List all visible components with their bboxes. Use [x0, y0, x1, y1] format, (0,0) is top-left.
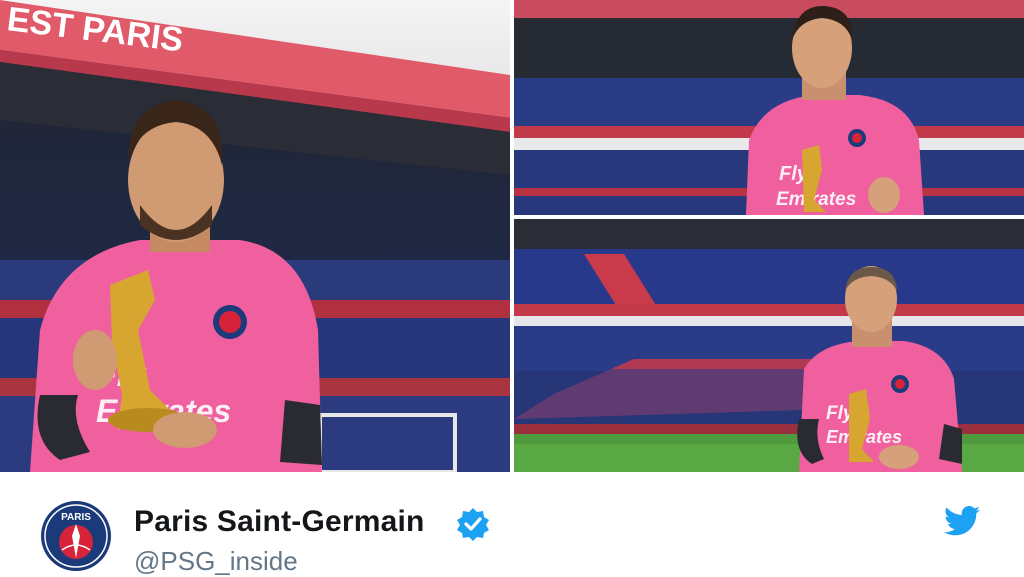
photo-top-right-scene: Fly Emirates [514, 0, 1024, 215]
photo-player-top-right[interactable]: Fly Emirates [514, 0, 1024, 215]
photo-player-left[interactable]: EST PARIS Fly Emirates [0, 0, 510, 472]
twitter-bird-icon[interactable] [944, 506, 980, 536]
psg-crest-icon: PARIS [41, 501, 111, 571]
account-name[interactable]: Paris Saint-Germain [134, 505, 425, 539]
account-avatar[interactable]: PARIS [40, 500, 112, 572]
photo-player-bottom-right[interactable]: Fly Emirates [514, 219, 1024, 472]
photo-bottom-right-scene: Fly Emirates [514, 219, 1024, 472]
account-handle[interactable]: @PSG_inside [134, 546, 298, 577]
photo-left-scene: EST PARIS Fly Emirates [0, 0, 510, 472]
tweet-media-grid: EST PARIS Fly Emirates Fly [0, 0, 1024, 472]
avatar-text: PARIS [61, 512, 91, 523]
verified-badge-icon [456, 507, 490, 541]
